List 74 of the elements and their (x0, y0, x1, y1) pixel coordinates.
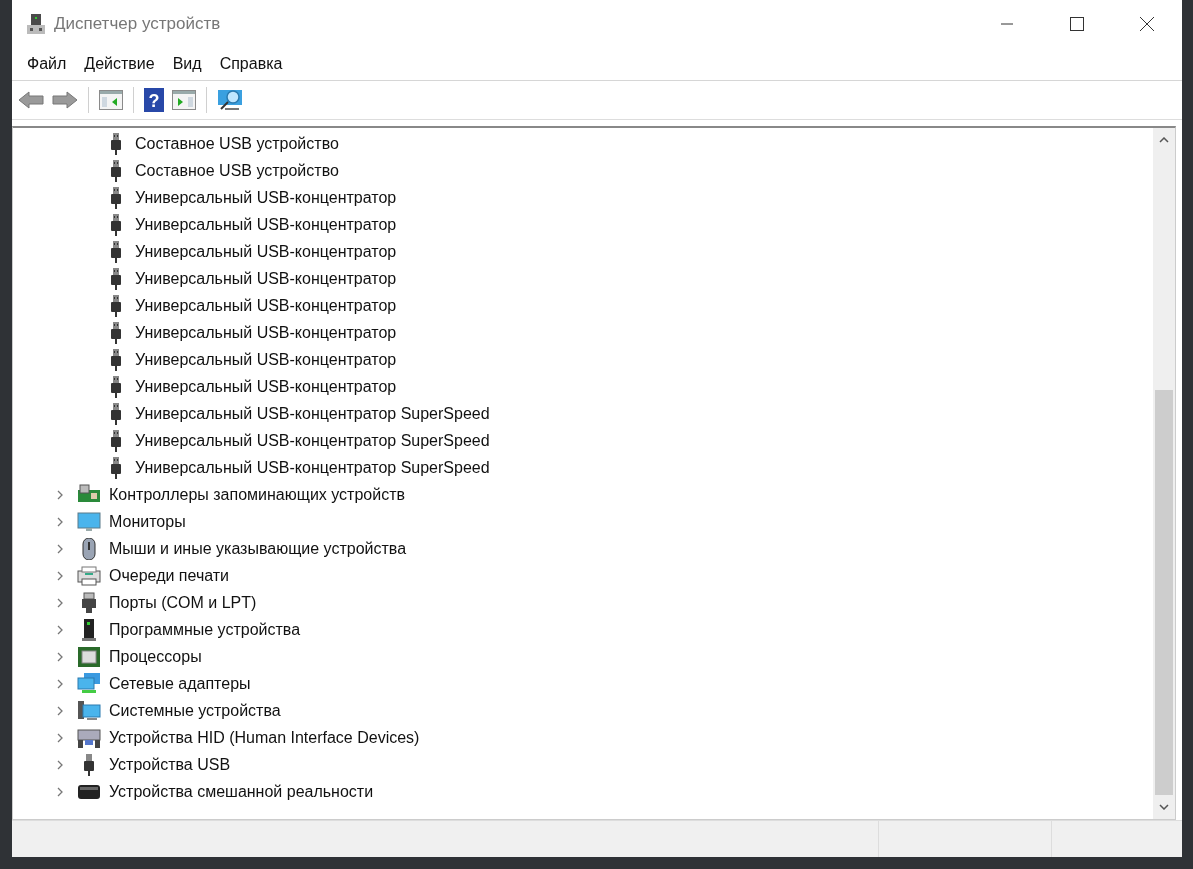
usb-plug-icon (111, 267, 121, 290)
tree-item[interactable]: Универсальный USB-концентратор (13, 292, 1153, 319)
expand-chevron-icon[interactable] (55, 651, 65, 662)
menu-item[interactable]: Действие (75, 51, 164, 77)
tree-item[interactable]: Универсальный USB-концентратор (13, 346, 1153, 373)
tree-item[interactable]: Универсальный USB-концентратор SuperSpeed (13, 400, 1153, 427)
panel-window-icon[interactable] (172, 90, 196, 110)
expand-chevron-icon[interactable] (55, 786, 65, 797)
panel-window-icon[interactable] (99, 90, 123, 110)
expand-chevron-icon[interactable] (55, 705, 65, 716)
expand-chevron-icon[interactable] (55, 597, 65, 608)
chip-icon (77, 645, 101, 668)
expand-chevron-icon[interactable] (55, 543, 65, 554)
tree-item[interactable]: Устройства USB (109, 755, 231, 774)
close-icon (1139, 16, 1155, 32)
usb-plug-icon (111, 456, 121, 479)
usb-plug-icon (111, 375, 121, 398)
tree-item[interactable]: Универсальный USB-концентратор (13, 373, 1153, 400)
tree-item[interactable]: Мониторы (109, 512, 186, 531)
usb-plug-icon (111, 132, 121, 155)
tree-item[interactable]: Составное USB устройство (13, 157, 1153, 184)
usb-plug-icon (111, 213, 121, 236)
expand-chevron-icon[interactable] (55, 678, 65, 689)
tree-item[interactable]: Сетевые адаптеры (109, 674, 251, 693)
tree-item[interactable]: Составное USB устройство (13, 130, 1153, 157)
window-title: Диспетчер устройств (54, 14, 221, 34)
tree-item[interactable]: Универсальный USB-концентратор (13, 184, 1153, 211)
usb-plug-icon (111, 321, 121, 344)
network-monitors-icon (77, 672, 101, 695)
scrollbar[interactable] (1153, 128, 1175, 819)
tree-item[interactable]: Универсальный USB-концентратор (13, 265, 1153, 292)
usb-plug-icon (111, 240, 121, 263)
tree-item[interactable]: Программные устройства (109, 620, 301, 639)
menu-item[interactable]: Вид (163, 51, 211, 77)
expand-chevron-icon[interactable] (55, 489, 65, 500)
monitor-icon (77, 510, 101, 533)
tree-item[interactable]: Порты (COM и LPT) (109, 593, 257, 612)
tree-item[interactable]: Системные устройства (109, 701, 281, 720)
usb-plug-icon (111, 429, 121, 452)
usb-plug-icon (111, 402, 121, 425)
tree-item[interactable]: Очереди печати (109, 566, 230, 585)
usb-plug-icon (111, 294, 121, 317)
maximize-icon (1070, 17, 1084, 31)
back-arrow-icon[interactable] (18, 90, 44, 110)
expand-chevron-icon[interactable] (55, 759, 65, 770)
forward-arrow-icon[interactable] (52, 90, 78, 110)
usb-plug-icon (111, 348, 121, 371)
tree-item[interactable]: Универсальный USB-концентратор (13, 211, 1153, 238)
scroll-down-icon[interactable] (1159, 804, 1169, 810)
computer-icon (77, 699, 101, 722)
app-icon (26, 13, 46, 35)
printer-icon (77, 564, 101, 587)
tree-item[interactable]: Универсальный USB-концентратор (13, 319, 1153, 346)
tree-item[interactable]: Процессоры (109, 647, 202, 666)
expand-chevron-icon[interactable] (55, 624, 65, 635)
help-icon[interactable]: ? (144, 88, 164, 112)
scroll-thumb[interactable] (1155, 389, 1173, 795)
tree-item[interactable]: Мыши и иные указывающие устройства (109, 539, 407, 558)
keyboard-icon (77, 726, 101, 749)
usb-plug-icon (111, 159, 121, 182)
monitor-magnifier-icon[interactable] (217, 88, 245, 112)
tree-item[interactable]: Контроллеры запоминающих устройств (109, 485, 405, 504)
usb-plug-icon (111, 186, 121, 209)
tree-item[interactable]: Универсальный USB-концентратор SuperSpeed (13, 427, 1153, 454)
tree-item[interactable]: Устройства HID (Human Interface Devices) (109, 728, 420, 747)
expand-chevron-icon[interactable] (55, 516, 65, 527)
tree-item[interactable]: Устройства смешанной реальности (109, 782, 374, 801)
expand-chevron-icon[interactable] (55, 570, 65, 581)
scroll-up-icon[interactable] (1159, 137, 1169, 143)
menu-item[interactable]: Файл (18, 51, 76, 77)
menu-item[interactable]: Справка (210, 51, 292, 77)
tree-item[interactable]: Универсальный USB-концентратор (13, 238, 1153, 265)
expand-chevron-icon[interactable] (55, 732, 65, 743)
tree-item[interactable]: Универсальный USB-концентратор SuperSpeed (13, 454, 1153, 481)
